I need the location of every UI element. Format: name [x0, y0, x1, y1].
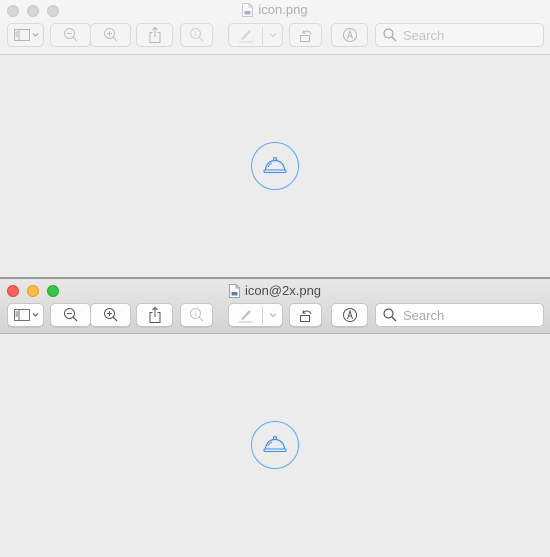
markup-button-group [228, 303, 283, 327]
annotate-icon [342, 28, 357, 42]
zoom-in-icon [103, 28, 117, 42]
zoom-out-button[interactable] [50, 23, 91, 47]
share-button[interactable] [136, 23, 173, 47]
preview-window-icon-png: icon.png 1 [0, 0, 550, 278]
annotate-icon [342, 308, 357, 322]
zoom-out-button[interactable] [50, 303, 91, 327]
search-icon [383, 28, 397, 42]
sidebar-toggle-button[interactable] [7, 303, 44, 327]
png-file-icon [242, 3, 254, 17]
zoom-in-button[interactable] [90, 23, 131, 47]
svg-text:1: 1 [193, 32, 197, 38]
share-icon [149, 26, 160, 43]
search-icon [383, 308, 397, 322]
food-cloche-icon [251, 142, 299, 190]
image-canvas [0, 56, 550, 278]
cloche-image [251, 142, 299, 190]
svg-text:1: 1 [193, 312, 197, 318]
search-input[interactable] [403, 307, 533, 323]
actual-size-icon: 1 [189, 28, 203, 42]
window-title: icon@2x.png [0, 283, 550, 299]
markup-button-group [228, 23, 283, 47]
chevron-down-icon [269, 33, 277, 38]
annotate-button[interactable] [331, 303, 368, 327]
annotate-button[interactable] [331, 23, 368, 47]
food-cloche-icon [251, 421, 299, 469]
zoom-out-icon [63, 308, 77, 322]
title-bar: icon.png 1 [0, 0, 550, 55]
search-input[interactable] [403, 27, 533, 43]
chevron-down-icon [269, 313, 277, 318]
markup-menu-button[interactable] [263, 24, 283, 46]
zoom-out-icon [63, 28, 77, 42]
search-field[interactable] [375, 23, 544, 47]
window-title: icon.png [0, 2, 550, 18]
rotate-left-icon [299, 310, 311, 322]
rotate-button[interactable] [289, 303, 322, 327]
toolbar: 1 [0, 303, 550, 327]
markup-button[interactable] [229, 304, 262, 326]
pen-icon [238, 310, 253, 323]
share-button[interactable] [136, 303, 173, 327]
actual-size-button[interactable]: 1 [180, 303, 213, 327]
pen-icon [238, 30, 253, 43]
sidebar-icon [13, 309, 38, 321]
actual-size-icon: 1 [189, 308, 203, 322]
window-title-text: icon.png [258, 2, 308, 17]
zoom-in-icon [103, 308, 117, 322]
toolbar: 1 [0, 23, 550, 47]
image-canvas [0, 335, 550, 557]
markup-button[interactable] [229, 24, 262, 46]
actual-size-button[interactable]: 1 [180, 23, 213, 47]
cloche-image [251, 421, 299, 469]
preview-window-icon-2x-png: icon@2x.png 1 [0, 278, 550, 557]
title-bar: icon@2x.png 1 [0, 278, 550, 334]
zoom-in-button[interactable] [90, 303, 131, 327]
search-field[interactable] [375, 303, 544, 327]
sidebar-icon [13, 29, 38, 41]
rotate-button[interactable] [289, 23, 322, 47]
png-file-icon [228, 284, 240, 298]
sidebar-toggle-button[interactable] [7, 23, 44, 47]
window-title-text: icon@2x.png [244, 283, 322, 298]
markup-menu-button[interactable] [263, 304, 283, 326]
rotate-left-icon [299, 30, 311, 42]
share-icon [149, 306, 160, 323]
